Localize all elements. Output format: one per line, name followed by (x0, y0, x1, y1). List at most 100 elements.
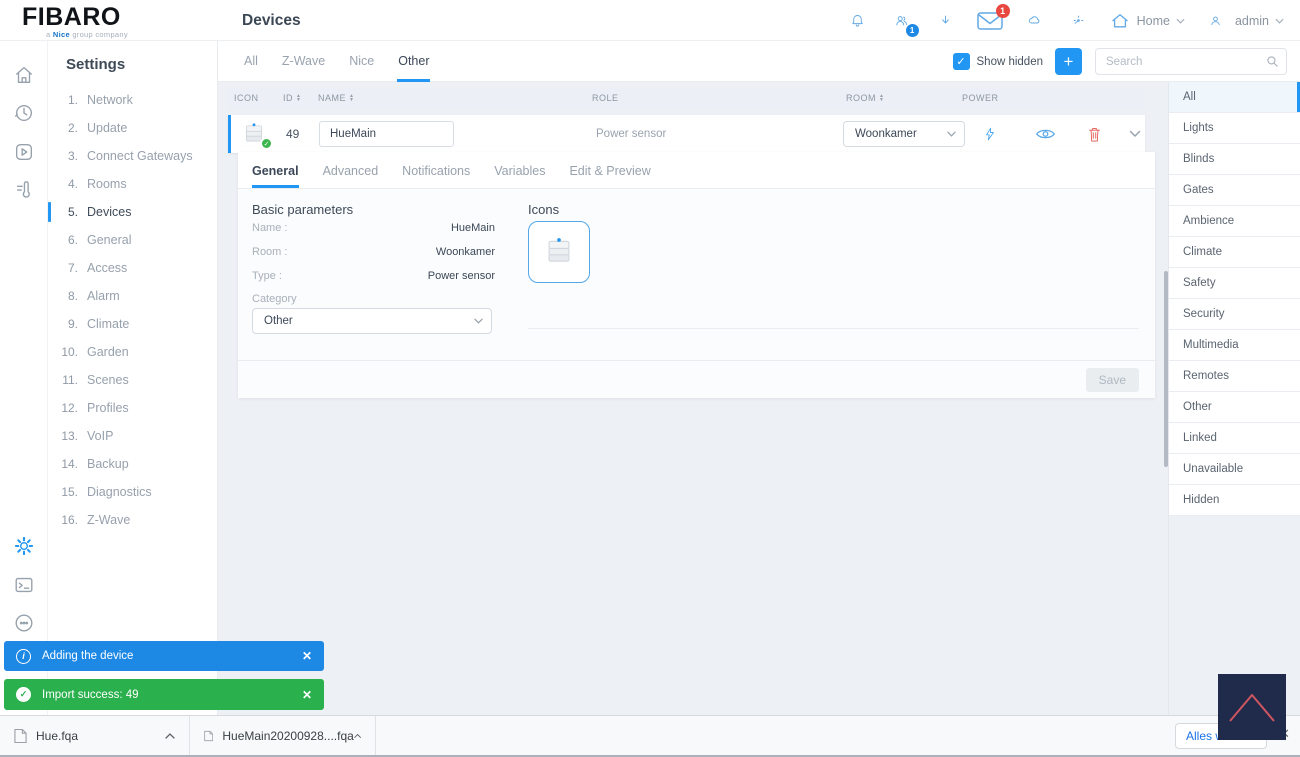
device-type-icon: ✓ (241, 121, 269, 147)
visibility-eye-icon[interactable] (1035, 115, 1056, 153)
download-item[interactable]: Hue.fqa (0, 716, 190, 755)
nav-item-connect-gateways[interactable]: 3.Connect Gateways (48, 142, 217, 170)
save-button[interactable]: Save (1086, 368, 1139, 392)
nav-item-rooms[interactable]: 4.Rooms (48, 170, 217, 198)
category-remotes[interactable]: Remotes (1169, 361, 1300, 392)
tab-other[interactable]: Other (397, 41, 430, 82)
show-hidden-label: Show hidden (977, 56, 1044, 68)
info-icon: i (16, 649, 31, 664)
device-icon-tile[interactable] (528, 221, 590, 283)
nav-item-climate[interactable]: 9.Climate (48, 310, 217, 338)
alarm-bell-icon[interactable] (844, 7, 871, 34)
download-filename: Hue.fqa (36, 729, 78, 743)
power-lightning-icon[interactable] (983, 115, 997, 153)
add-device-button[interactable]: + (1055, 48, 1082, 75)
user-menu[interactable]: admin (1202, 7, 1284, 34)
category-all[interactable]: All (1169, 82, 1300, 113)
brand-block: FIBARO a Nice group company (0, 0, 218, 41)
nav-item-scenes[interactable]: 11.Scenes (48, 366, 217, 394)
room-select[interactable]: Woonkamer (843, 121, 965, 147)
active-indicator (48, 202, 51, 222)
chevron-up-icon[interactable] (165, 733, 175, 739)
col-room[interactable]: ROOM▲▼ (846, 93, 884, 103)
chevron-down-icon (474, 318, 483, 324)
category-multimedia[interactable]: Multimedia (1169, 330, 1300, 361)
category-climate[interactable]: Climate (1169, 237, 1300, 268)
row-expand-chevron-icon[interactable] (1129, 115, 1141, 153)
detail-tab-variables[interactable]: Variables (494, 152, 545, 188)
console-terminal-icon[interactable] (13, 574, 35, 596)
tab-nice[interactable]: Nice (348, 41, 375, 82)
climate-thermometer-icon[interactable] (13, 179, 35, 201)
top-header: Devices 1 1 Home (218, 0, 1300, 41)
nav-item-zwave[interactable]: 16.Z-Wave (48, 506, 217, 534)
detail-tab-edit-preview[interactable]: Edit & Preview (569, 152, 650, 188)
icons-section-title: Icons (528, 202, 559, 217)
chevron-down-icon (947, 131, 956, 137)
nav-item-network[interactable]: 1.Network (48, 86, 217, 114)
field-name: Name : HueMain (252, 222, 495, 236)
gauge-icon[interactable] (1065, 7, 1092, 34)
home-icon[interactable] (13, 64, 35, 86)
toast-text: Import success: 49 (42, 689, 139, 701)
field-type: Type : Power sensor (252, 270, 495, 284)
detail-tab-notifications[interactable]: Notifications (402, 152, 470, 188)
tagline-brand: Nice (53, 30, 70, 39)
download-icon[interactable] (932, 7, 959, 34)
toast-close-icon[interactable]: ✕ (302, 688, 312, 702)
device-name-input[interactable] (319, 121, 454, 147)
nav-item-devices[interactable]: 5.Devices (48, 198, 217, 226)
category-blinds[interactable]: Blinds (1169, 144, 1300, 175)
gateway-selector[interactable]: Home (1109, 11, 1185, 31)
category-select[interactable]: Other (252, 308, 492, 334)
nav-item-garden[interactable]: 10.Garden (48, 338, 217, 366)
toast-close-icon[interactable]: ✕ (302, 649, 312, 663)
chevron-up-icon[interactable] (354, 733, 361, 739)
download-bar: Hue.fqa HueMain20200928....fqa Alles we … (0, 715, 1300, 757)
nav-item-access[interactable]: 7.Access (48, 254, 217, 282)
category-hidden[interactable]: Hidden (1169, 485, 1300, 516)
col-id[interactable]: ID▲▼ (283, 93, 301, 103)
toast-success: ✓ Import success: 49 ✕ (4, 679, 324, 710)
settings-gear-icon[interactable] (13, 535, 35, 557)
download-item[interactable]: HueMain20200928....fqa (190, 716, 376, 755)
category-value: Other (264, 315, 293, 327)
tagline-prefix: a (46, 30, 50, 39)
detail-tab-general[interactable]: General (252, 152, 299, 188)
category-unavailable[interactable]: Unavailable (1169, 454, 1300, 485)
category-security[interactable]: Security (1169, 299, 1300, 330)
category-other[interactable]: Other (1169, 392, 1300, 423)
delete-trash-icon[interactable] (1087, 115, 1102, 153)
category-ambience[interactable]: Ambience (1169, 206, 1300, 237)
search-icon (1266, 55, 1279, 68)
nav-item-alarm[interactable]: 8.Alarm (48, 282, 217, 310)
users-icon[interactable]: 1 (888, 7, 915, 34)
category-linked[interactable]: Linked (1169, 423, 1300, 454)
nav-item-general[interactable]: 6.General (48, 226, 217, 254)
nav-item-voip[interactable]: 13.VoIP (48, 422, 217, 450)
tab-zwave[interactable]: Z-Wave (281, 41, 326, 82)
detail-tab-advanced[interactable]: Advanced (323, 152, 379, 188)
show-hidden-checkbox[interactable]: ✓ (953, 53, 970, 70)
cloud-icon[interactable] (1021, 7, 1048, 34)
mail-icon[interactable]: 1 (976, 10, 1004, 32)
search-input[interactable] (1095, 48, 1287, 75)
tab-all[interactable]: All (243, 41, 259, 82)
device-row[interactable]: ✓ 49 Power sensor Woonkamer (228, 115, 1145, 153)
category-lights[interactable]: Lights (1169, 113, 1300, 144)
category-gates[interactable]: Gates (1169, 175, 1300, 206)
history-icon[interactable] (13, 102, 35, 124)
api-braces-icon[interactable] (13, 612, 35, 634)
home-outline-icon (1113, 14, 1127, 26)
category-safety[interactable]: Safety (1169, 268, 1300, 299)
nav-item-profiles[interactable]: 12.Profiles (48, 394, 217, 422)
nav-item-diagnostics[interactable]: 15.Diagnostics (48, 478, 217, 506)
nav-item-update[interactable]: 2.Update (48, 114, 217, 142)
detail-tabs: General Advanced Notifications Variables… (238, 152, 1155, 189)
col-name[interactable]: NAME▲▼ (318, 93, 354, 103)
scenes-play-icon[interactable] (13, 141, 35, 163)
device-role: Power sensor (596, 115, 666, 153)
page-title: Devices (242, 12, 301, 30)
main-content: ICON ID▲▼ NAME▲▼ ROLE ROOM▲▼ POWER ✓ 49 … (218, 82, 1168, 715)
nav-item-backup[interactable]: 14.Backup (48, 450, 217, 478)
